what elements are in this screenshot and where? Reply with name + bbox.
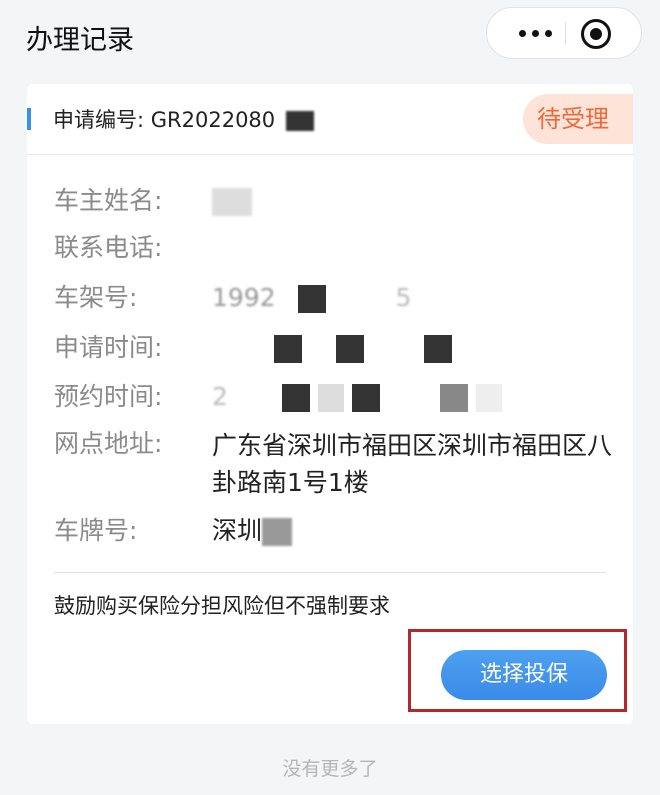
application-number-label: 申请编号: xyxy=(53,108,145,132)
field-value xyxy=(212,184,252,218)
select-insurance-button[interactable]: 选择投保 xyxy=(441,650,607,700)
record-card: 申请编号: GR2022080 待受理 车主姓名: 联系电话: 车架号: 199… xyxy=(27,84,633,724)
record-header: 申请编号: GR2022080 待受理 xyxy=(27,84,633,155)
redaction-mask xyxy=(285,111,314,131)
no-more-text: 没有更多了 xyxy=(282,758,378,780)
status-badge: 待受理 xyxy=(523,94,633,144)
divider xyxy=(54,572,606,573)
field-value: 1992 5 xyxy=(212,283,412,313)
navigation-bar: 办理记录 xyxy=(0,0,660,74)
field-value: 深圳 xyxy=(212,514,293,548)
field-label: 车主姓名: xyxy=(54,186,163,215)
capsule-divider xyxy=(565,22,566,44)
more-menu-icon[interactable] xyxy=(505,8,565,58)
application-number: 申请编号: GR2022080 xyxy=(53,104,314,134)
insurance-note: 鼓励购买保险分担风险但不强制要求 xyxy=(54,594,390,618)
field-label: 车架号: xyxy=(54,283,138,312)
field-value: 广东省深圳市福田区深圳市福田区八卦路南1号1楼 xyxy=(212,431,613,497)
field-label: 申请时间: xyxy=(54,333,163,362)
close-icon[interactable] xyxy=(581,19,611,49)
mini-program-capsule xyxy=(486,7,642,59)
field-label: 预约时间: xyxy=(54,382,163,411)
field-value xyxy=(212,331,452,365)
application-number-value: GR2022080 xyxy=(150,108,276,132)
page-title: 办理记录 xyxy=(26,25,134,56)
field-label: 网点地址: xyxy=(54,429,163,458)
field-label: 车牌号: xyxy=(54,516,138,545)
accent-bar xyxy=(27,108,31,130)
field-label: 联系电话: xyxy=(54,233,163,262)
field-value: 2 xyxy=(212,380,502,414)
